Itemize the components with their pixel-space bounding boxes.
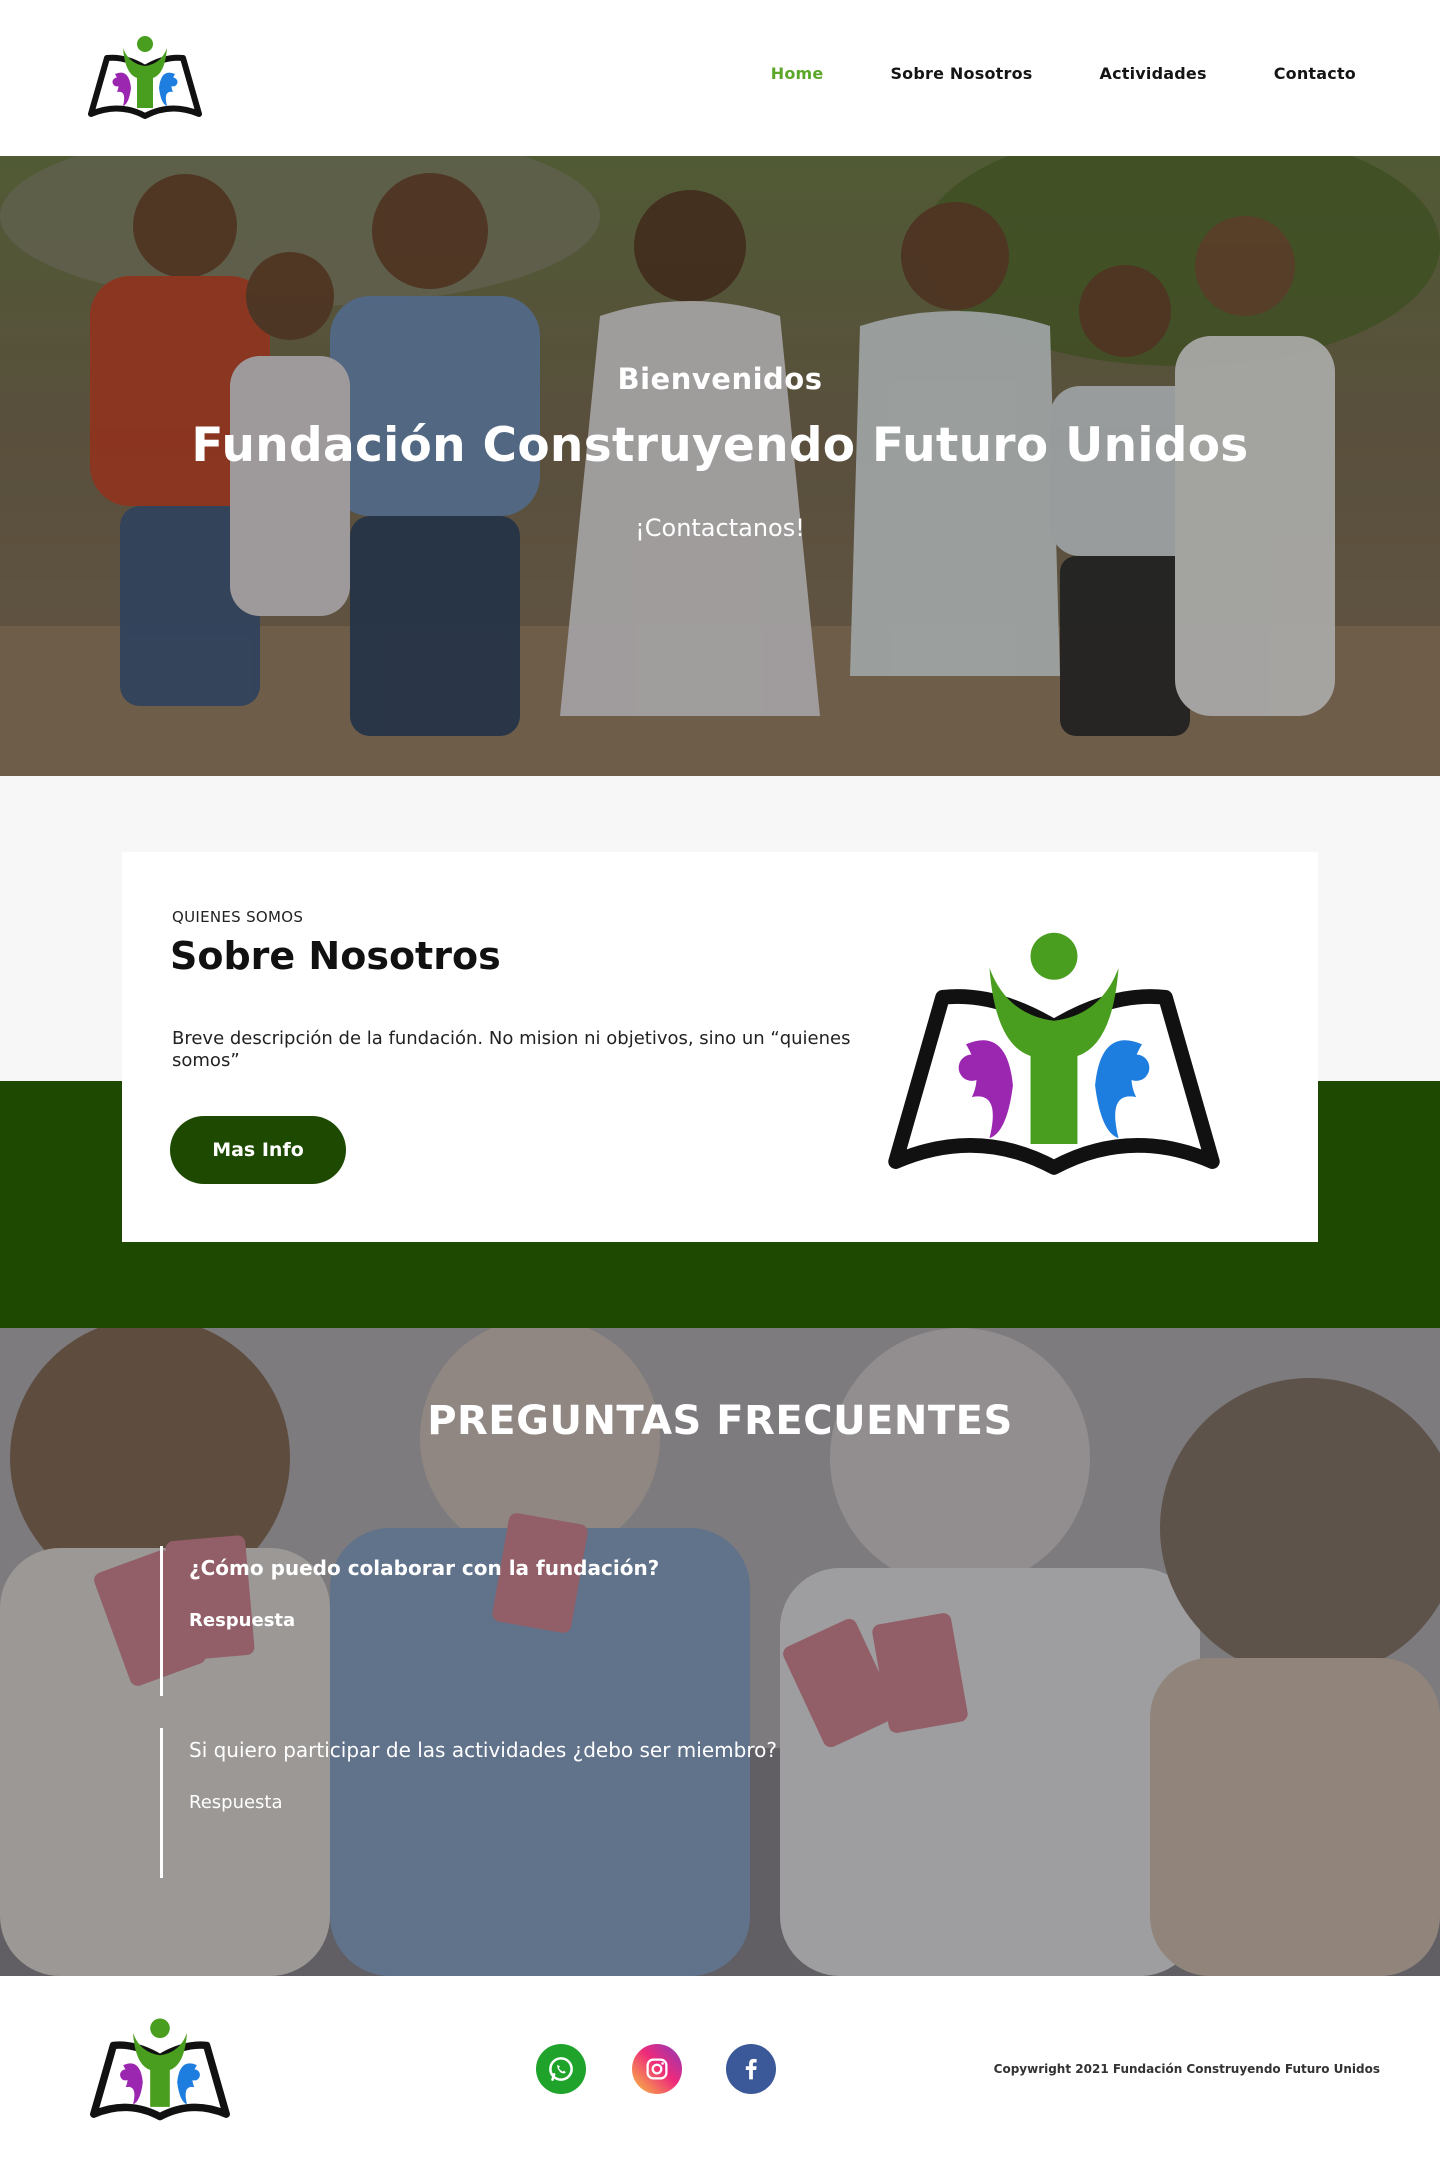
hero-kicker: Bienvenidos — [617, 362, 823, 396]
faq-question: ¿Cómo puedo colaborar con la fundación? — [189, 1556, 660, 1580]
faq-section: PREGUNTAS FRECUENTES ¿Cómo puedo colabor… — [0, 1328, 1440, 1976]
hero-section: Bienvenidos Fundación Construyendo Futur… — [0, 156, 1440, 776]
foundation-logo-large-icon — [878, 922, 1230, 1190]
hero-title: Fundación Construyendo Futuro Unidos — [191, 418, 1249, 473]
faq-item[interactable]: ¿Cómo puedo colaborar con la fundación? … — [160, 1546, 1060, 1696]
nav-links: Home Sobre Nosotros Actividades Contacto — [704, 64, 1356, 83]
nav-link-sobre-nosotros[interactable]: Sobre Nosotros — [890, 64, 1032, 83]
faq-title: PREGUNTAS FRECUENTES — [427, 1398, 1013, 1444]
about-description: Breve descripción de la fundación. No mi… — [172, 1028, 851, 1071]
mas-info-button[interactable]: Mas Info — [170, 1116, 346, 1184]
about-section: QUIENES SOMOS Sobre Nosotros Breve descr… — [0, 776, 1440, 1328]
foundation-logo-icon[interactable] — [84, 34, 206, 122]
facebook-icon[interactable] — [726, 2044, 776, 2094]
instagram-icon[interactable] — [632, 2044, 682, 2094]
whatsapp-icon[interactable] — [536, 2044, 586, 2094]
about-card: QUIENES SOMOS Sobre Nosotros Breve descr… — [122, 852, 1318, 1242]
nav-link-home[interactable]: Home — [771, 64, 824, 83]
nav-link-actividades[interactable]: Actividades — [1100, 64, 1207, 83]
faq-answer: Respuesta — [189, 1792, 283, 1813]
top-navigation: Home Sobre Nosotros Actividades Contacto — [0, 0, 1440, 156]
faq-question: Si quiero participar de las actividades … — [189, 1738, 777, 1762]
hero-contact-link[interactable]: ¡Contactanos! — [0, 514, 1440, 542]
copyright-text: Copywright 2021 Fundación Construyendo F… — [993, 2062, 1380, 2076]
foundation-logo-footer-icon[interactable] — [84, 2016, 236, 2124]
nav-link-contacto[interactable]: Contacto — [1274, 64, 1356, 83]
about-eyebrow: QUIENES SOMOS — [172, 908, 304, 926]
faq-answer: Respuesta — [189, 1610, 296, 1631]
faq-item[interactable]: Si quiero participar de las actividades … — [160, 1728, 1060, 1878]
footer: Copywright 2021 Fundación Construyendo F… — [0, 1976, 1440, 2164]
about-title: Sobre Nosotros — [170, 934, 501, 978]
